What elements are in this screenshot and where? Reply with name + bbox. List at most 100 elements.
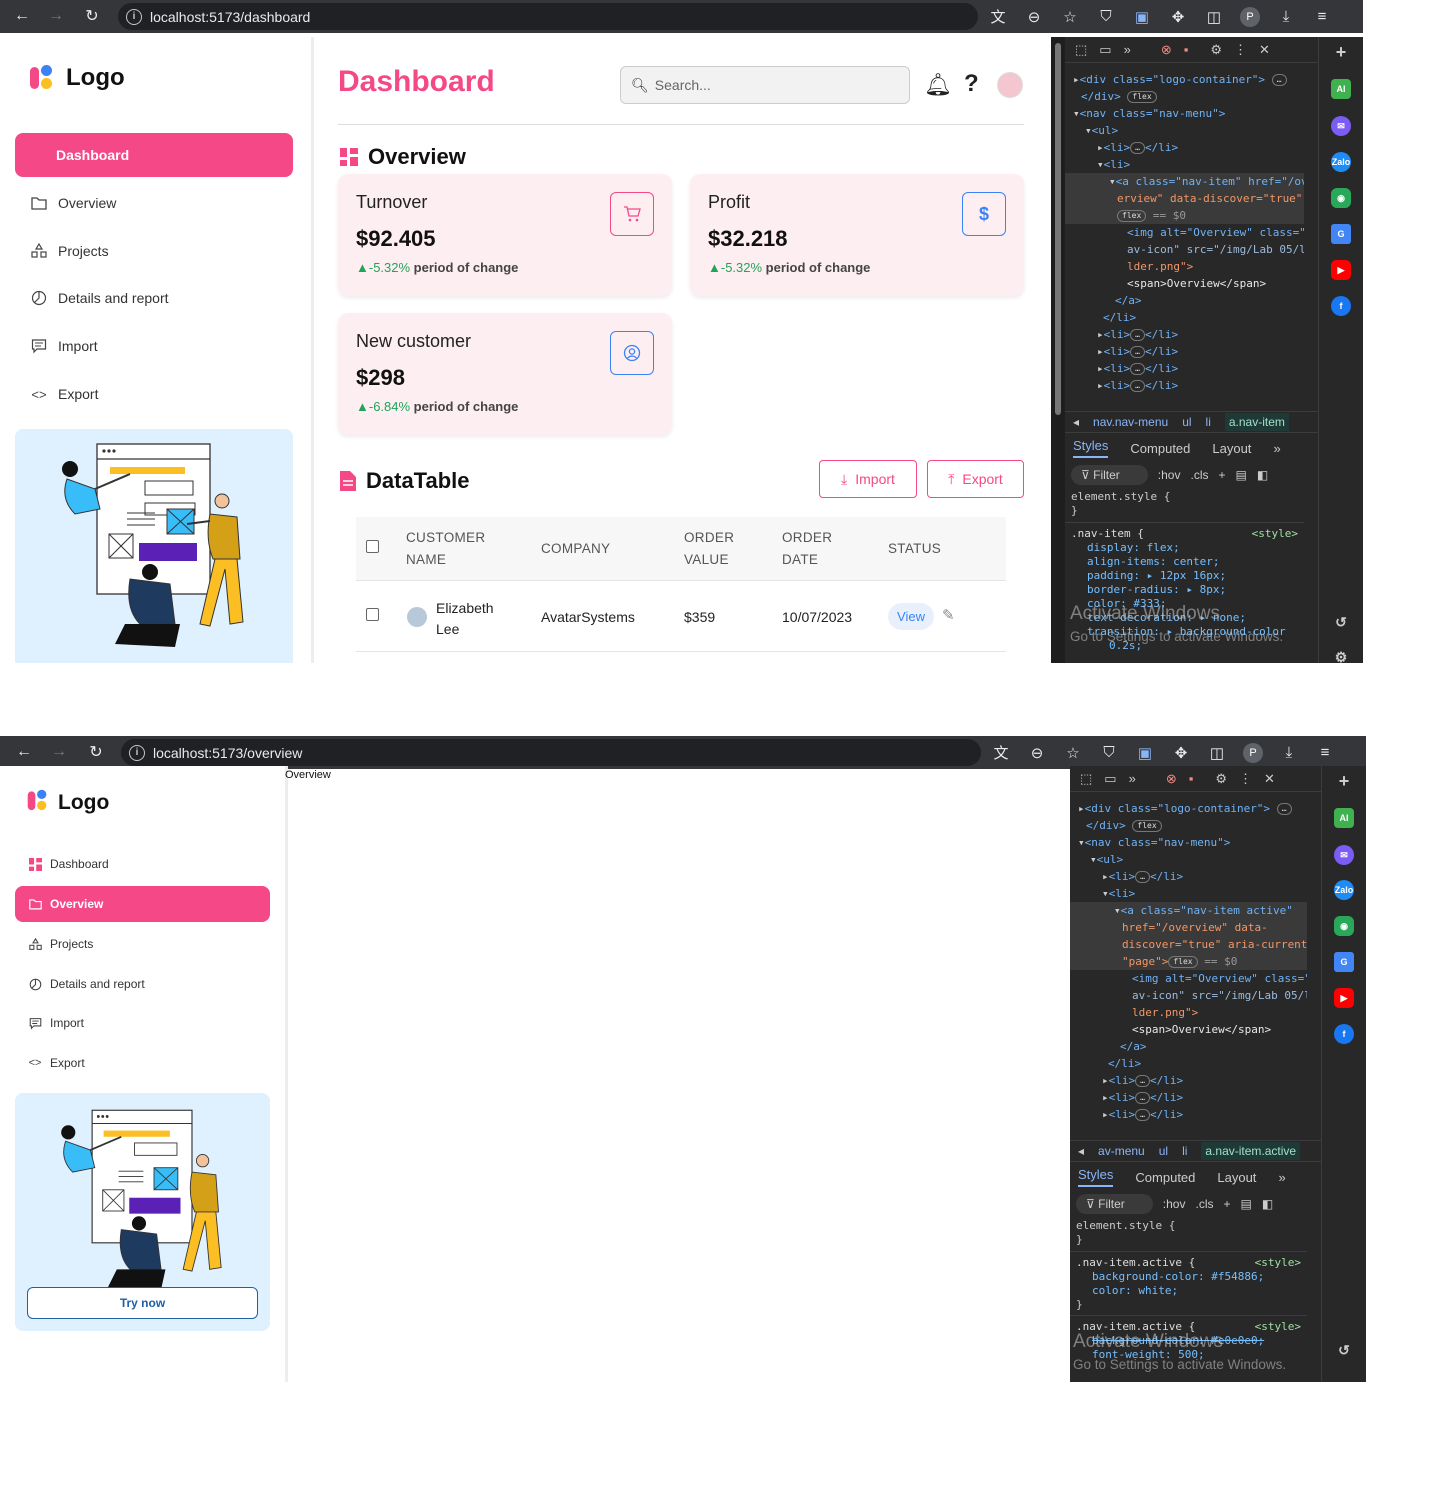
scrollbar-thumb[interactable] [1055, 43, 1061, 415]
select-all-checkbox[interactable] [366, 540, 379, 553]
sidebar-item-details[interactable]: Details and report [15, 966, 270, 1002]
kebab-icon[interactable]: ⋮ [1239, 771, 1252, 787]
crumb-item[interactable]: nav.nav-menu [1093, 415, 1168, 429]
download-icon[interactable]: ⤓ [1272, 3, 1300, 31]
dom-line[interactable]: discover="true" aria-current [1070, 936, 1307, 953]
dom-line[interactable]: ▾<ul> [1070, 851, 1307, 868]
back-icon[interactable]: ← [8, 2, 36, 30]
shield-icon[interactable]: ⛉ [1095, 739, 1123, 767]
google-translate-icon[interactable]: G [1334, 952, 1354, 972]
sidebar-item-projects[interactable]: Projects [15, 229, 293, 273]
google-translate-icon[interactable]: ▣ [1131, 739, 1159, 767]
dom-line[interactable]: <span>Overview</span> [1065, 275, 1304, 292]
paint-icon[interactable]: ▤ [1241, 1197, 1252, 1211]
dom-line[interactable]: ▸<li>… </li> [1065, 377, 1304, 394]
ai-extension-icon[interactable]: AI [1331, 79, 1351, 99]
issue-icon[interactable]: ▪ [1184, 42, 1189, 57]
dom-line[interactable]: lder.png"> [1065, 258, 1304, 275]
translate-icon[interactable]: 文 [984, 3, 1012, 31]
style-source[interactable]: <style> [1255, 1320, 1301, 1334]
dom-line[interactable]: ▸<li>… </li> [1065, 360, 1304, 377]
inspect-icon[interactable]: ⬚ [1075, 42, 1087, 58]
page-scrollbar-track[interactable] [1037, 37, 1051, 663]
star-icon[interactable]: ☆ [1059, 739, 1087, 767]
sidebar-item-export[interactable]: <> Export [15, 372, 293, 416]
split-view-icon[interactable]: ◫ [1200, 3, 1228, 31]
dom-line[interactable]: </a> [1070, 1038, 1307, 1055]
css-line[interactable]: .nav-item {<style> [1065, 527, 1304, 541]
try-now-button[interactable]: Try now [27, 1287, 258, 1319]
dom-line[interactable]: ▾<ul> [1065, 122, 1304, 139]
shield-icon[interactable]: ⛉ [1092, 3, 1120, 31]
dom-line[interactable]: </div> flex [1070, 817, 1307, 834]
close-icon[interactable]: ✕ [1259, 42, 1270, 58]
facebook-icon[interactable]: f [1334, 1024, 1354, 1044]
tab-computed[interactable]: Computed [1135, 1170, 1195, 1185]
tab-styles[interactable]: Styles [1073, 438, 1109, 458]
dom-line[interactable]: av-icon" src="/img/Lab 05/l [1070, 987, 1307, 1004]
game-icon[interactable]: ◉ [1331, 188, 1351, 208]
sidebar-toggle-icon[interactable]: ◧ [1262, 1197, 1273, 1211]
site-info-icon[interactable]: i [126, 8, 142, 25]
dom-line[interactable]: lder.png"> [1070, 1004, 1307, 1021]
address-bar[interactable]: i localhost:5173/dashboard [118, 3, 978, 30]
issue-icon[interactable]: ▪ [1189, 771, 1194, 786]
messenger-icon[interactable]: ✉ [1334, 845, 1354, 865]
help-icon[interactable]: ? [964, 70, 979, 98]
css-line[interactable]: element.style { [1065, 490, 1304, 504]
paint-icon[interactable]: ▤ [1236, 468, 1247, 482]
dom-line[interactable]: erview" data-discover="true" [1065, 190, 1304, 207]
sidebar-item-import[interactable]: Import [15, 324, 293, 368]
google-translate-icon[interactable]: ▣ [1128, 3, 1156, 31]
dom-line[interactable]: ▸<div class="logo-container"> … [1070, 800, 1307, 817]
dom-line[interactable]: </a> [1065, 292, 1304, 309]
messenger-icon[interactable]: ✉ [1331, 116, 1351, 136]
hov-toggle[interactable]: :hov [1163, 1197, 1186, 1211]
device-icon[interactable]: ▭ [1104, 771, 1116, 787]
zoom-icon[interactable]: ⊖ [1023, 739, 1051, 767]
more-tabs-icon[interactable]: » [1273, 441, 1280, 456]
cls-toggle[interactable]: .cls [1190, 468, 1208, 482]
sidebar-item-dashboard[interactable]: Dashboard [15, 846, 270, 882]
sidebar-item-overview[interactable]: Overview [15, 181, 293, 225]
zalo-icon[interactable]: Zalo [1331, 152, 1351, 172]
crumb-left-icon[interactable]: ◂ [1073, 415, 1079, 429]
export-button[interactable]: ⤒ Export [927, 460, 1024, 498]
dom-line[interactable]: "page"> flex == $0 [1070, 953, 1307, 970]
dom-line[interactable]: <img alt="Overview" class="n [1070, 970, 1307, 987]
error-icon[interactable]: ⊗ [1161, 42, 1172, 58]
css-line[interactable]: element.style { [1070, 1219, 1307, 1233]
profile-icon[interactable]: P [1236, 3, 1264, 31]
google-translate-icon[interactable]: G [1331, 224, 1351, 244]
tab-styles[interactable]: Styles [1078, 1167, 1114, 1187]
sidebar-item-overview[interactable]: Overview [15, 886, 270, 922]
error-icon[interactable]: ⊗ [1166, 771, 1177, 787]
menu-icon[interactable]: ≡ [1308, 3, 1336, 31]
status-badge[interactable]: View [888, 603, 934, 630]
crumb-item-current[interactable]: a.nav-item [1224, 413, 1289, 431]
filter-input[interactable]: ⊽ Filter [1076, 1194, 1153, 1214]
settings-icon[interactable]: ⚙ [1331, 647, 1351, 664]
cls-toggle[interactable]: .cls [1195, 1197, 1213, 1211]
add-icon[interactable]: + [1334, 771, 1354, 791]
css-line[interactable]: display: flex; [1065, 541, 1304, 555]
css-line[interactable]: } [1065, 504, 1304, 518]
dom-line[interactable]: ▸<li>… </li> [1065, 343, 1304, 360]
sidebar-item-details[interactable]: Details and report [15, 276, 293, 320]
translate-icon[interactable]: 文 [987, 739, 1015, 767]
device-icon[interactable]: ▭ [1099, 42, 1111, 58]
dom-line[interactable]: ▸<li>… </li> [1070, 1089, 1307, 1106]
reload-icon[interactable]: ↻ [78, 2, 106, 30]
add-icon[interactable]: + [1331, 42, 1351, 62]
more-tabs-icon[interactable]: » [1278, 1170, 1285, 1185]
dom-line[interactable]: href="/overview" data- [1070, 919, 1307, 936]
split-view-icon[interactable]: ◫ [1203, 739, 1231, 767]
dom-line[interactable]: ▾<nav class="nav-menu"> [1070, 834, 1307, 851]
youtube-icon[interactable]: ▶ [1331, 260, 1351, 280]
crumb-item[interactable]: li [1182, 1144, 1187, 1158]
zalo-icon[interactable]: Zalo [1334, 880, 1354, 900]
dom-line[interactable]: ▾<a class="nav-item active" [1070, 902, 1307, 919]
forward-icon[interactable]: → [42, 2, 70, 30]
css-line[interactable]: color: white; [1070, 1284, 1307, 1298]
extensions-icon[interactable]: ✥ [1167, 739, 1195, 767]
